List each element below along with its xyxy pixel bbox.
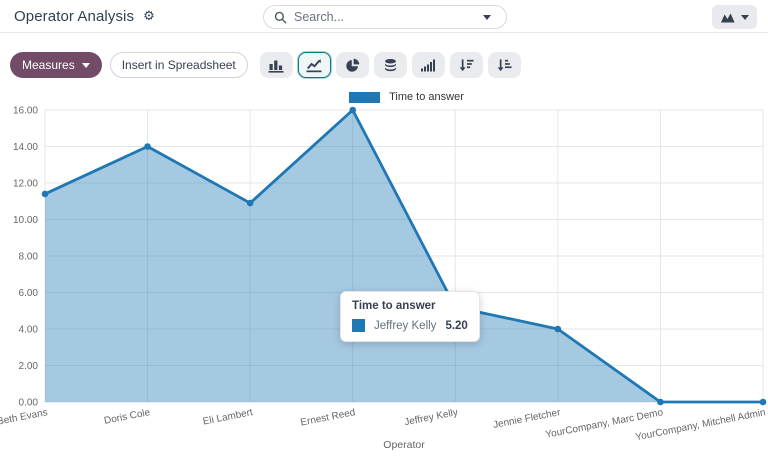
- line-chart-icon: [306, 58, 322, 73]
- page-title: Operator Analysis: [14, 8, 134, 25]
- bar-chart-icon: [268, 58, 284, 73]
- tooltip-row: Jeffrey Kelly 5.20: [352, 319, 468, 332]
- svg-text:2.00: 2.00: [19, 361, 39, 372]
- search-input[interactable]: [294, 10, 474, 24]
- gear-icon[interactable]: ⚙: [143, 10, 155, 23]
- line-chart-view-button[interactable]: [298, 52, 331, 78]
- svg-text:Operator: Operator: [383, 439, 425, 451]
- svg-text:Jeffrey Kelly: Jeffrey Kelly: [403, 407, 458, 428]
- sort-ascending-button[interactable]: [488, 52, 521, 78]
- chevron-down-icon: [483, 15, 491, 20]
- measures-label: Measures: [22, 58, 75, 72]
- chart-tooltip: Time to answer Jeffrey Kelly 5.20: [340, 291, 480, 342]
- tooltip-value: 5.20: [445, 320, 467, 332]
- search-icon: [274, 11, 287, 24]
- cumulative-view-button[interactable]: [412, 52, 445, 78]
- svg-text:10.00: 10.00: [13, 215, 38, 226]
- svg-text:16.00: 16.00: [13, 106, 38, 117]
- area-chart-icon: [720, 11, 736, 24]
- legend-item-time-to-answer[interactable]: Time to answer: [45, 91, 768, 103]
- bar-chart-view-button[interactable]: [260, 52, 293, 78]
- search-dropdown-toggle[interactable]: [474, 6, 500, 28]
- chevron-down-icon: [741, 15, 749, 20]
- sort-ascending-icon: [497, 58, 512, 72]
- sort-descending-icon: [459, 58, 474, 72]
- chevron-down-icon: [82, 63, 90, 68]
- view-switcher-button[interactable]: [712, 5, 757, 29]
- pie-chart-view-button[interactable]: [336, 52, 369, 78]
- svg-text:Jennie Fletcher: Jennie Fletcher: [492, 407, 562, 431]
- svg-text:Beth Evans: Beth Evans: [0, 407, 49, 428]
- pie-chart-icon: [345, 58, 360, 73]
- search-bar[interactable]: [263, 5, 507, 29]
- area-chart-canvas[interactable]: 0.00 2.00 4.00 6.00 8.00 10.00 12.00 14.00 16.00…: [0, 86, 768, 465]
- control-panel: Measures Insert in Spreadsheet: [0, 33, 768, 86]
- chart-region: Time to answer 0.00 2.00 4.00 6.00 8.00 10.00…: [0, 86, 768, 465]
- tooltip-header: Time to answer: [352, 300, 468, 312]
- svg-text:8.00: 8.00: [19, 252, 39, 263]
- stacked-view-button[interactable]: [374, 52, 407, 78]
- svg-text:Ernest Reed: Ernest Reed: [300, 407, 357, 428]
- tooltip-swatch: [352, 319, 365, 332]
- svg-text:12.00: 12.00: [13, 179, 38, 190]
- chart-type-buttons: [260, 52, 521, 78]
- insert-label: Insert in Spreadsheet: [122, 58, 236, 72]
- svg-text:Eli Lambert: Eli Lambert: [202, 407, 254, 427]
- sort-descending-button[interactable]: [450, 52, 483, 78]
- svg-text:4.00: 4.00: [19, 325, 39, 336]
- svg-text:14.00: 14.00: [13, 142, 38, 153]
- svg-text:0.00: 0.00: [19, 398, 39, 409]
- svg-text:Doris Cole: Doris Cole: [103, 407, 151, 427]
- measures-button[interactable]: Measures: [10, 52, 102, 78]
- top-bar: Operator Analysis ⚙: [0, 0, 768, 33]
- cumulative-icon: [420, 58, 436, 72]
- legend-swatch: [349, 92, 380, 103]
- legend-label: Time to answer: [389, 91, 464, 103]
- tooltip-series-label: Jeffrey Kelly: [374, 320, 436, 332]
- insert-in-spreadsheet-button[interactable]: Insert in Spreadsheet: [110, 52, 248, 78]
- stacked-bars-icon: [383, 58, 398, 73]
- svg-text:6.00: 6.00: [19, 288, 39, 299]
